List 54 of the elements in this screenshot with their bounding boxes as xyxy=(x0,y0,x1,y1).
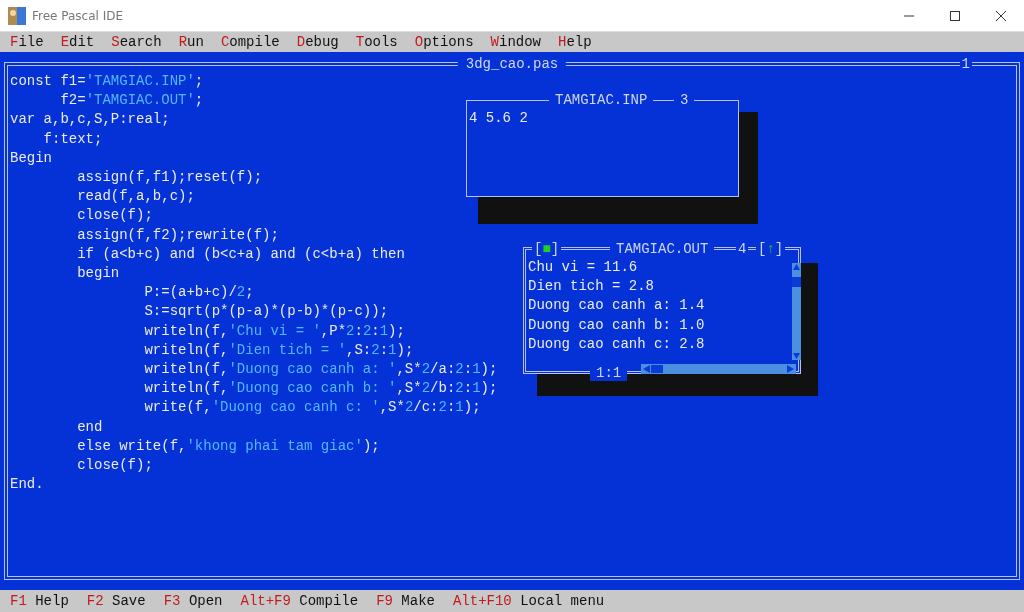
status-hint[interactable]: F2 Save xyxy=(86,593,146,609)
code-line: begin xyxy=(76,264,120,284)
code-line: writeln(f,'Dien tich = ',S:2:1); xyxy=(143,340,414,360)
app-icon xyxy=(8,6,26,25)
file-line: Duong cao canh c: 2.8 xyxy=(527,334,705,354)
maximize-icon[interactable] xyxy=(949,9,961,22)
code-line: end xyxy=(76,417,103,437)
status-hint[interactable]: F3 Open xyxy=(163,593,223,609)
file-line: Duong cao canh a: 1.4 xyxy=(527,296,705,316)
code-line: End. xyxy=(10,475,44,495)
code-line: writeln(f,'Duong cao canh a: ',S*2/a:2:1); xyxy=(143,360,498,380)
code-line: if (a<b+c) and (b<c+a) and (c<b+a) then xyxy=(76,244,405,264)
code-line: writeln(f,'Duong cao canh b: ',S*2/b:2:1); xyxy=(143,379,498,399)
code-line: close(f); xyxy=(76,456,153,476)
code-line: close(f); xyxy=(76,206,153,226)
close-button[interactable]: [■] xyxy=(532,241,562,257)
status-hint[interactable]: Alt+F9 Compile xyxy=(240,593,359,609)
code-line: Begin xyxy=(10,148,52,168)
cursor-position: 1:1 xyxy=(590,365,628,381)
menu-item[interactable]: Tools xyxy=(355,34,398,50)
status-hint[interactable]: F1 Help xyxy=(10,593,69,609)
code-line: f:text; xyxy=(42,129,103,149)
status-hint[interactable]: Alt+F10 Local menu xyxy=(452,593,605,609)
horizontal-scrollbar[interactable] xyxy=(641,364,796,374)
window-title: Free Pascal IDE xyxy=(32,8,125,23)
menu-item[interactable]: Options xyxy=(414,34,474,50)
code-line: write(f,'Duong cao canh c: ',S*2/c:2:1); xyxy=(143,398,481,418)
menu-item[interactable]: File xyxy=(10,34,44,50)
vertical-scrollbar[interactable] xyxy=(792,263,801,360)
file-line: Duong cao canh b: 1.0 xyxy=(527,315,705,335)
zoom-button[interactable]: [↑] xyxy=(756,241,786,257)
code-line: f2='TAMGIAC.OUT'; xyxy=(59,91,204,111)
code-line: P:=(a+b+c)/2; xyxy=(143,283,254,303)
menu-item[interactable]: Window xyxy=(490,34,541,50)
code-line: S:=sqrt(p*(p-a)*(p-b)*(p-c)); xyxy=(143,302,389,322)
file-line: 4 5.6 2 xyxy=(468,109,528,128)
file-line: Dien tich = 2.8 xyxy=(527,277,655,297)
code-line: writeln(f,'Chu vi = ',P*2:2:1); xyxy=(143,321,405,341)
menu-item[interactable]: Compile xyxy=(220,34,280,50)
code-line: var a,b,c,S,P:real; xyxy=(10,110,170,130)
close-icon[interactable] xyxy=(995,9,1007,22)
code-line: assign(f,f2);rewrite(f); xyxy=(76,225,279,245)
code-line: read(f,a,b,c); xyxy=(76,187,195,207)
menu-item[interactable]: Debug xyxy=(296,34,339,50)
file-line: Chu vi = 11.6 xyxy=(527,258,638,277)
status-hint[interactable]: F9 Make xyxy=(376,593,435,609)
menu-item[interactable]: Edit xyxy=(60,34,95,50)
menu-item[interactable]: Run xyxy=(178,34,204,50)
menu-item[interactable]: Help xyxy=(558,34,592,50)
code-line: else write(f,'khong phai tam giac'); xyxy=(76,436,380,456)
editor-title: 3dg_cao.pas xyxy=(457,56,567,72)
code-line: const f1='TAMGIAC.INP'; xyxy=(10,72,204,91)
code-line: assign(f,f1);reset(f); xyxy=(76,168,263,187)
menu-item[interactable]: Search xyxy=(111,34,162,50)
